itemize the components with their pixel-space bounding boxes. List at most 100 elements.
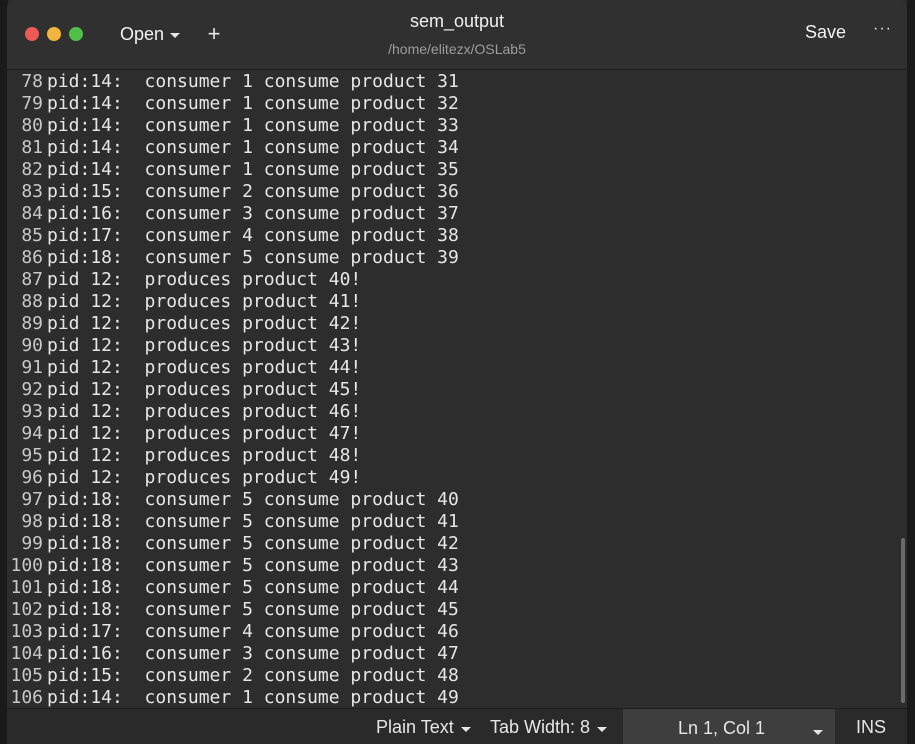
line-text: pid:17: consumer 4 consume product 38: [47, 224, 459, 246]
line-text: pid 12: produces product 40!: [47, 268, 362, 290]
line-number: 86: [21, 246, 43, 268]
chevron-down-icon: [170, 33, 181, 38]
text-editor-window: Open + sem_output /home/elitezx/OSLab5 S…: [7, 0, 907, 744]
editor-line[interactable]: 91 pid 12: produces product 44!: [7, 356, 361, 378]
vertical-scrollbar[interactable]: [901, 538, 905, 703]
line-number: 106: [10, 686, 43, 708]
text-view[interactable]: 78 pid:14: consumer 1 consume product 31 7…: [7, 70, 907, 708]
line-number: 85: [21, 224, 43, 246]
editor-line[interactable]: 94 pid 12: produces product 47!: [7, 422, 361, 444]
editor-line[interactable]: 79 pid:14: consumer 1 consume product 32: [7, 92, 459, 114]
editor-line[interactable]: 99 pid:18: consumer 5 consume product 42: [7, 532, 459, 554]
language-selector[interactable]: Plain Text: [376, 717, 471, 738]
line-number: 83: [21, 180, 43, 202]
chevron-down-icon: [460, 726, 471, 732]
cursor-position-selector[interactable]: Ln 1, Col 1: [623, 709, 835, 744]
line-text: pid 12: produces product 41!: [47, 290, 362, 312]
editor-line[interactable]: 86 pid:18: consumer 5 consume product 39: [7, 246, 459, 268]
line-number: 80: [21, 114, 43, 136]
line-number: 105: [10, 664, 43, 686]
line-text: pid 12: produces product 49!: [47, 466, 362, 488]
editor-line[interactable]: 103 pid:17: consumer 4 consume product 46: [7, 620, 458, 642]
line-number: 94: [21, 422, 43, 444]
line-number: 97: [21, 488, 43, 510]
line-text: pid 12: produces product 46!: [47, 400, 362, 422]
background-desktop-right: [907, 0, 915, 744]
editor-line[interactable]: 80 pid:14: consumer 1 consume product 33: [7, 114, 459, 136]
editor-line[interactable]: 102 pid:18: consumer 5 consume product 45: [7, 598, 459, 620]
editor-line[interactable]: 100 pid:18: consumer 5 consume product 43: [7, 554, 459, 576]
line-number: 103: [10, 620, 43, 642]
line-text: pid:14: consumer 1 consume product 49: [47, 686, 459, 708]
save-button[interactable]: Save: [805, 22, 846, 43]
line-text: pid:18: consumer 5 consume product 45: [47, 598, 459, 620]
status-bar: Plain Text Tab Width: 8 Ln 1, Col 1 INS: [7, 708, 907, 744]
editor-line[interactable]: 101 pid:18: consumer 5 consume product 44: [7, 576, 458, 598]
line-text: pid:18: consumer 5 consume product 43: [47, 554, 459, 576]
editor-line[interactable]: 90 pid 12: produces product 43!: [7, 334, 361, 356]
line-number: 92: [21, 378, 43, 400]
editor-line[interactable]: 87 pid 12: produces product 40!: [7, 268, 361, 290]
line-number: 89: [21, 312, 43, 334]
line-text: pid 12: produces product 47!: [47, 422, 362, 444]
editor-line[interactable]: 105 pid:15: consumer 2 consume product 48: [7, 664, 459, 686]
line-text: pid:14: consumer 1 consume product 34: [47, 136, 459, 158]
editor-line[interactable]: 89 pid 12: produces product 42!: [7, 312, 361, 334]
window-title: sem_output: [409, 11, 505, 31]
menu-button[interactable]: ···: [873, 20, 892, 38]
line-text: pid 12: produces product 48!: [47, 444, 362, 466]
line-text: pid 12: produces product 45!: [47, 378, 362, 400]
line-number: 84: [21, 202, 43, 224]
line-number: 99: [21, 532, 43, 554]
tab-width-selector[interactable]: Tab Width: 8: [490, 717, 608, 738]
line-text: pid:18: consumer 5 consume product 39: [47, 246, 459, 268]
editor-line[interactable]: 83 pid:15: consumer 2 consume product 36: [7, 180, 459, 202]
line-text: pid:15: consumer 2 consume product 48: [47, 664, 459, 686]
line-number: 96: [21, 466, 43, 488]
editor-line[interactable]: 95 pid 12: produces product 48!: [7, 444, 361, 466]
line-number: 88: [21, 290, 43, 312]
line-text: pid:14: consumer 1 consume product 33: [47, 114, 459, 136]
line-text: pid:14: consumer 1 consume product 31: [47, 70, 459, 92]
line-number: 91: [21, 356, 43, 378]
line-text: pid:16: consumer 3 consume product 37: [47, 202, 459, 224]
editor-line[interactable]: 88 pid 12: produces product 41!: [7, 290, 361, 312]
line-number: 87: [21, 268, 43, 290]
editor-line[interactable]: 106 pid:14: consumer 1 consume product 49: [7, 686, 459, 708]
header-bar: Open + sem_output /home/elitezx/OSLab5 S…: [7, 0, 907, 70]
line-number: 90: [21, 334, 43, 356]
line-text: pid 12: produces product 43!: [47, 334, 362, 356]
line-number: 82: [21, 158, 43, 180]
editor-line[interactable]: 92 pid 12: produces product 45!: [7, 378, 361, 400]
line-number: 102: [10, 598, 43, 620]
editor-line[interactable]: 78 pid:14: consumer 1 consume product 31: [7, 70, 459, 92]
editor-line[interactable]: 82 pid:14: consumer 1 consume product 35: [7, 158, 459, 180]
line-text: pid:18: consumer 5 consume product 41: [47, 510, 459, 532]
line-number: 78: [21, 70, 43, 92]
line-number: 104: [10, 642, 43, 664]
editor-line[interactable]: 96 pid 12: produces product 49!: [7, 466, 361, 488]
line-text: pid:16: consumer 3 consume product 47: [47, 642, 459, 664]
line-text: pid:18: consumer 5 consume product 42: [47, 532, 459, 554]
window-subtitle-path: /home/elitezx/OSLab5: [388, 41, 526, 57]
line-number: 81: [21, 136, 43, 158]
line-number: 79: [21, 92, 43, 114]
editor-line[interactable]: 93 pid 12: produces product 46!: [7, 400, 361, 422]
editor-line[interactable]: 97 pid:18: consumer 5 consume product 40: [7, 488, 459, 510]
line-text: pid:14: consumer 1 consume product 32: [47, 92, 459, 114]
editor-line[interactable]: 85 pid:17: consumer 4 consume product 38: [7, 224, 459, 246]
editor-line[interactable]: 81 pid:14: consumer 1 consume product 34: [7, 136, 459, 158]
editor-line[interactable]: 104 pid:16: consumer 3 consume product 47: [7, 642, 459, 664]
cursor-position-label: Ln 1, Col 1: [678, 718, 766, 738]
line-text: pid:15: consumer 2 consume product 36: [47, 180, 459, 202]
line-number: 101: [10, 576, 43, 598]
line-number: 98: [21, 510, 43, 532]
language-label: Plain Text: [376, 717, 454, 737]
line-text: pid 12: produces product 44!: [47, 356, 362, 378]
chevron-down-icon: [597, 726, 608, 732]
editor-line[interactable]: 98 pid:18: consumer 5 consume product 41: [7, 510, 459, 532]
line-text: pid:18: consumer 5 consume product 40: [47, 488, 459, 510]
tab-width-label: Tab Width: 8: [490, 717, 591, 737]
insert-mode-indicator[interactable]: INS: [856, 717, 886, 738]
editor-line[interactable]: 84 pid:16: consumer 3 consume product 37: [7, 202, 459, 224]
